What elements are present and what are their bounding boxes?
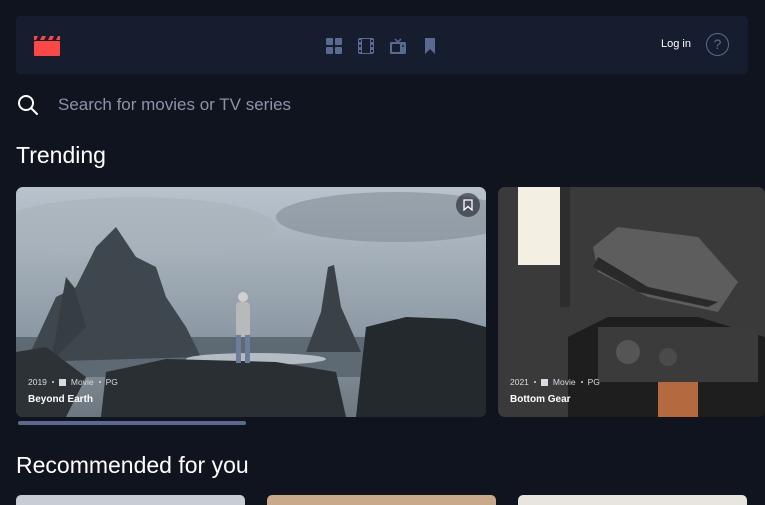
recommended-card[interactable]: [267, 495, 496, 505]
separator-dot: [51, 381, 54, 383]
bookmark-icon: [463, 199, 473, 211]
separator-dot: [98, 381, 101, 383]
film-icon: [58, 378, 66, 386]
card-meta: 2021 Movie PG: [510, 377, 600, 387]
grid-icon[interactable]: [326, 38, 342, 54]
recommended-card[interactable]: [518, 495, 747, 505]
card-category: Movie: [552, 377, 576, 387]
trending-card[interactable]: 2021 Movie PG Bottom Gear: [498, 187, 765, 417]
tv-icon[interactable]: [390, 38, 406, 54]
card-year: 2021: [510, 377, 529, 387]
search-input[interactable]: [58, 90, 658, 120]
navbar: Log in ?: [16, 16, 748, 74]
bookmark-icon[interactable]: [422, 38, 438, 54]
film-icon: [540, 378, 548, 386]
separator-dot: [533, 381, 536, 383]
bookmark-button[interactable]: [456, 193, 480, 217]
card-rating: PG: [105, 377, 118, 387]
search-icon: [18, 95, 38, 115]
film-icon[interactable]: [358, 38, 374, 54]
film-clapper-icon[interactable]: [34, 34, 60, 56]
recommended-heading: Recommended for you: [16, 452, 249, 478]
card-title: Beyond Earth: [28, 394, 94, 405]
recommended-card[interactable]: [16, 495, 245, 505]
trending-scrollbar[interactable]: [18, 421, 246, 425]
nav-menu: [326, 38, 438, 54]
card-rating: PG: [587, 377, 600, 387]
card-year: 2019: [28, 377, 47, 387]
card-title: Bottom Gear: [510, 394, 571, 405]
card-meta: 2019 Movie PG: [28, 377, 118, 387]
help-button[interactable]: ?: [706, 33, 729, 56]
trending-heading: Trending: [16, 142, 106, 168]
separator-dot: [580, 381, 583, 383]
card-category: Movie: [70, 377, 94, 387]
login-link[interactable]: Log in: [661, 38, 691, 50]
trending-card[interactable]: 2019 Movie PG Beyond Earth: [16, 187, 486, 417]
